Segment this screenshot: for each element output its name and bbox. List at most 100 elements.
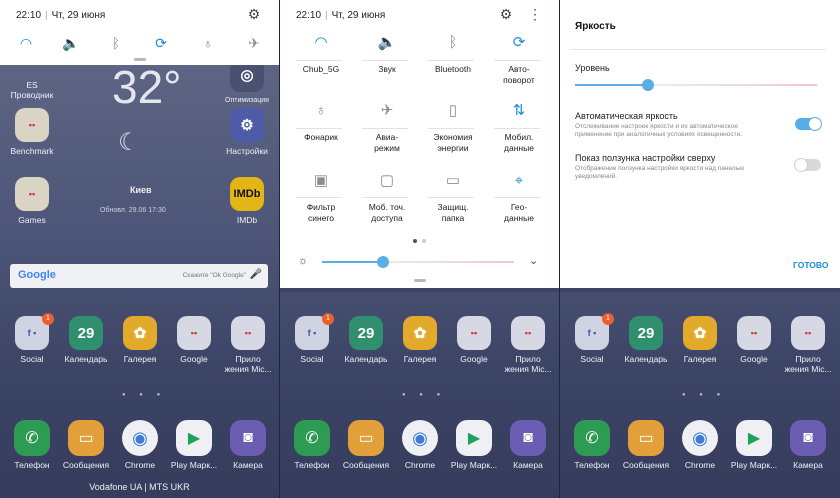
phone-icon: ✆ xyxy=(574,420,610,456)
app-label: Галерея xyxy=(403,354,437,364)
flashlight-icon: ♁ xyxy=(315,102,327,119)
settings-gear-icon[interactable]: ⚙ xyxy=(246,6,262,22)
app-calendar[interactable]: 29 Календарь xyxy=(56,316,116,364)
tile-hotspot[interactable]: ▢ Моб. точ. доступа xyxy=(354,168,420,224)
bluetooth-icon[interactable]: ᛒ xyxy=(104,32,128,54)
app-gallery[interactable]: ✿ Галерея xyxy=(390,316,450,364)
dock-phone[interactable]: ✆ Телефон xyxy=(562,420,622,470)
weather-city: Киев xyxy=(130,185,152,195)
tile-location[interactable]: ⌖ Гео- данные xyxy=(486,168,552,224)
folder-icon: ▪▪ xyxy=(511,316,545,350)
quick-panel-expanded: 22:10 | Чт, 29 июня ⚙ ⋮ ◠ Chub_5G 🔈 Звук ᛒ Bl… xyxy=(280,0,559,288)
auto-brightness-toggle[interactable] xyxy=(795,117,822,131)
dock-label: Сообщения xyxy=(622,460,670,470)
dock-label: Play Марк... xyxy=(450,460,498,470)
tile-auto-rotate[interactable]: ⟳ Авто- поворот xyxy=(486,30,552,86)
drag-handle[interactable] xyxy=(414,279,426,282)
mic-icon[interactable]: 🎤 xyxy=(250,269,262,280)
quick-panel-collapsed: 22:10 | Чт, 29 июня ⚙ ◠ 🔈 ᛒ ⟳ ♁ ✈ xyxy=(0,0,279,65)
app-microsoft-folder[interactable]: ▪▪ Прило жения Mic... xyxy=(498,316,558,374)
notification-badge: 1 xyxy=(322,313,334,325)
brightness-level-slider[interactable] xyxy=(575,79,817,91)
app-label: Прило жения Mic... xyxy=(224,354,272,374)
drag-handle[interactable] xyxy=(134,58,146,61)
tile-flashlight[interactable]: ♁ Фонарик xyxy=(288,98,354,143)
toggle-thumb xyxy=(808,117,822,131)
dock-messages[interactable]: ▭ Сообщения xyxy=(616,420,676,470)
done-button[interactable]: ГОТОВО xyxy=(793,260,828,270)
app-settings[interactable]: ⚙ Настройки xyxy=(217,108,277,156)
wifi-icon[interactable]: ◠ xyxy=(14,32,38,54)
app-social[interactable]: f ▪ 1 Social xyxy=(282,313,342,364)
flashlight-icon[interactable]: ♁ xyxy=(196,32,220,54)
app-optimization[interactable]: ◎ Оптимизация xyxy=(217,58,277,106)
settings-gear-icon[interactable]: ⚙ xyxy=(498,6,514,22)
auto-rotate-icon[interactable]: ⟳ xyxy=(149,32,173,54)
app-social[interactable]: f ▪ 1 Social xyxy=(2,313,62,364)
dock-chrome[interactable]: ◉ Chrome xyxy=(670,420,730,470)
app-google-folder[interactable]: ▪▪ Google xyxy=(444,316,504,364)
tile-airplane[interactable]: ✈ Авиа- режим xyxy=(354,98,420,154)
tile-mobile-data[interactable]: ⇅ Мобил. данные xyxy=(486,98,552,154)
dock-phone[interactable]: ✆ Телефон xyxy=(282,420,342,470)
dock-chrome[interactable]: ◉ Chrome xyxy=(110,420,170,470)
play-store-icon: ▶ xyxy=(176,420,212,456)
app-imdb[interactable]: IMDb IMDb xyxy=(217,177,277,225)
auto-rotate-icon: ⟳ xyxy=(512,34,526,51)
home-screen-pane-3: f ▪ 1 Social 29 Календарь ✿ Галерея ▪▪ G… xyxy=(560,0,840,498)
app-social[interactable]: f ▪ 1 Social xyxy=(562,313,622,364)
dock-play-store[interactable]: ▶ Play Марк... xyxy=(164,420,224,470)
app-google-folder[interactable]: ▪▪ Google xyxy=(164,316,224,364)
chrome-icon: ◉ xyxy=(122,420,158,456)
dock-camera[interactable]: ◙ Камера xyxy=(218,420,278,470)
chevron-down-icon[interactable]: ⌄ xyxy=(529,254,538,267)
dock-play-store[interactable]: ▶ Play Марк... xyxy=(724,420,784,470)
sound-icon[interactable]: 🔈 xyxy=(59,32,83,54)
app-microsoft-folder[interactable]: ▪▪ Прило жения Mic... xyxy=(778,316,838,374)
tile-battery-saver[interactable]: ▯ Экономия энергии xyxy=(420,98,486,154)
app-google-folder[interactable]: ▪▪ Google xyxy=(724,316,784,364)
dock-phone[interactable]: ✆ Телефон xyxy=(2,420,62,470)
app-gallery[interactable]: ✿ Галерея xyxy=(670,316,730,364)
more-options-icon[interactable]: ⋮ xyxy=(528,6,542,22)
app-benchmark[interactable]: ▪▪ Benchmark xyxy=(2,108,62,156)
app-gallery[interactable]: ✿ Галерея xyxy=(110,316,170,364)
level-label: Уровень xyxy=(575,63,610,73)
show-slider-toggle[interactable] xyxy=(794,158,821,172)
auto-brightness-title: Автоматическая яркость xyxy=(575,111,678,121)
app-label: Настройки xyxy=(226,146,268,156)
app-games[interactable]: ▪▪ Games xyxy=(2,177,62,225)
app-es-explorer[interactable]: ES Проводник xyxy=(2,70,62,100)
app-label: IMDb xyxy=(236,215,258,225)
google-search-bar[interactable]: Google Скажите "Ok Google" 🎤 xyxy=(10,264,268,288)
divider xyxy=(296,197,342,198)
dock-label: Chrome xyxy=(124,460,156,470)
dock-chrome[interactable]: ◉ Chrome xyxy=(390,420,450,470)
app-label: Social xyxy=(580,354,604,364)
slider-knob[interactable] xyxy=(377,256,389,268)
tile-secure-folder[interactable]: ▭ Защищ. папка xyxy=(420,168,486,224)
airplane-icon[interactable]: ✈ xyxy=(242,32,266,54)
dock-camera[interactable]: ◙ Камера xyxy=(778,420,838,470)
app-label: Календарь xyxy=(624,354,668,364)
app-calendar[interactable]: 29 Календарь xyxy=(336,316,396,364)
divider xyxy=(494,128,540,129)
dock-label: Телефон xyxy=(574,460,610,470)
messages-icon: ▭ xyxy=(628,420,664,456)
app-label: Прило жения Mic... xyxy=(784,354,832,374)
slider-knob[interactable] xyxy=(642,79,654,91)
tile-sound[interactable]: 🔈 Звук xyxy=(354,30,420,75)
app-microsoft-folder[interactable]: ▪▪ Прило жения Mic... xyxy=(218,316,278,374)
tile-bluetooth[interactable]: ᛒ Bluetooth xyxy=(420,30,486,75)
divider xyxy=(428,128,474,129)
tile-blue-filter[interactable]: ▣ Фильтр синего xyxy=(288,168,354,224)
app-label: Games xyxy=(18,215,46,225)
dock-messages[interactable]: ▭ Сообщения xyxy=(56,420,116,470)
app-calendar[interactable]: 29 Календарь xyxy=(616,316,676,364)
dock-messages[interactable]: ▭ Сообщения xyxy=(336,420,396,470)
brightness-slider[interactable] xyxy=(322,256,514,268)
dock-camera[interactable]: ◙ Камера xyxy=(498,420,558,470)
dock-label: Play Марк... xyxy=(170,460,218,470)
dock-play-store[interactable]: ▶ Play Марк... xyxy=(444,420,504,470)
tile-wifi[interactable]: ◠ Chub_5G xyxy=(288,30,354,75)
